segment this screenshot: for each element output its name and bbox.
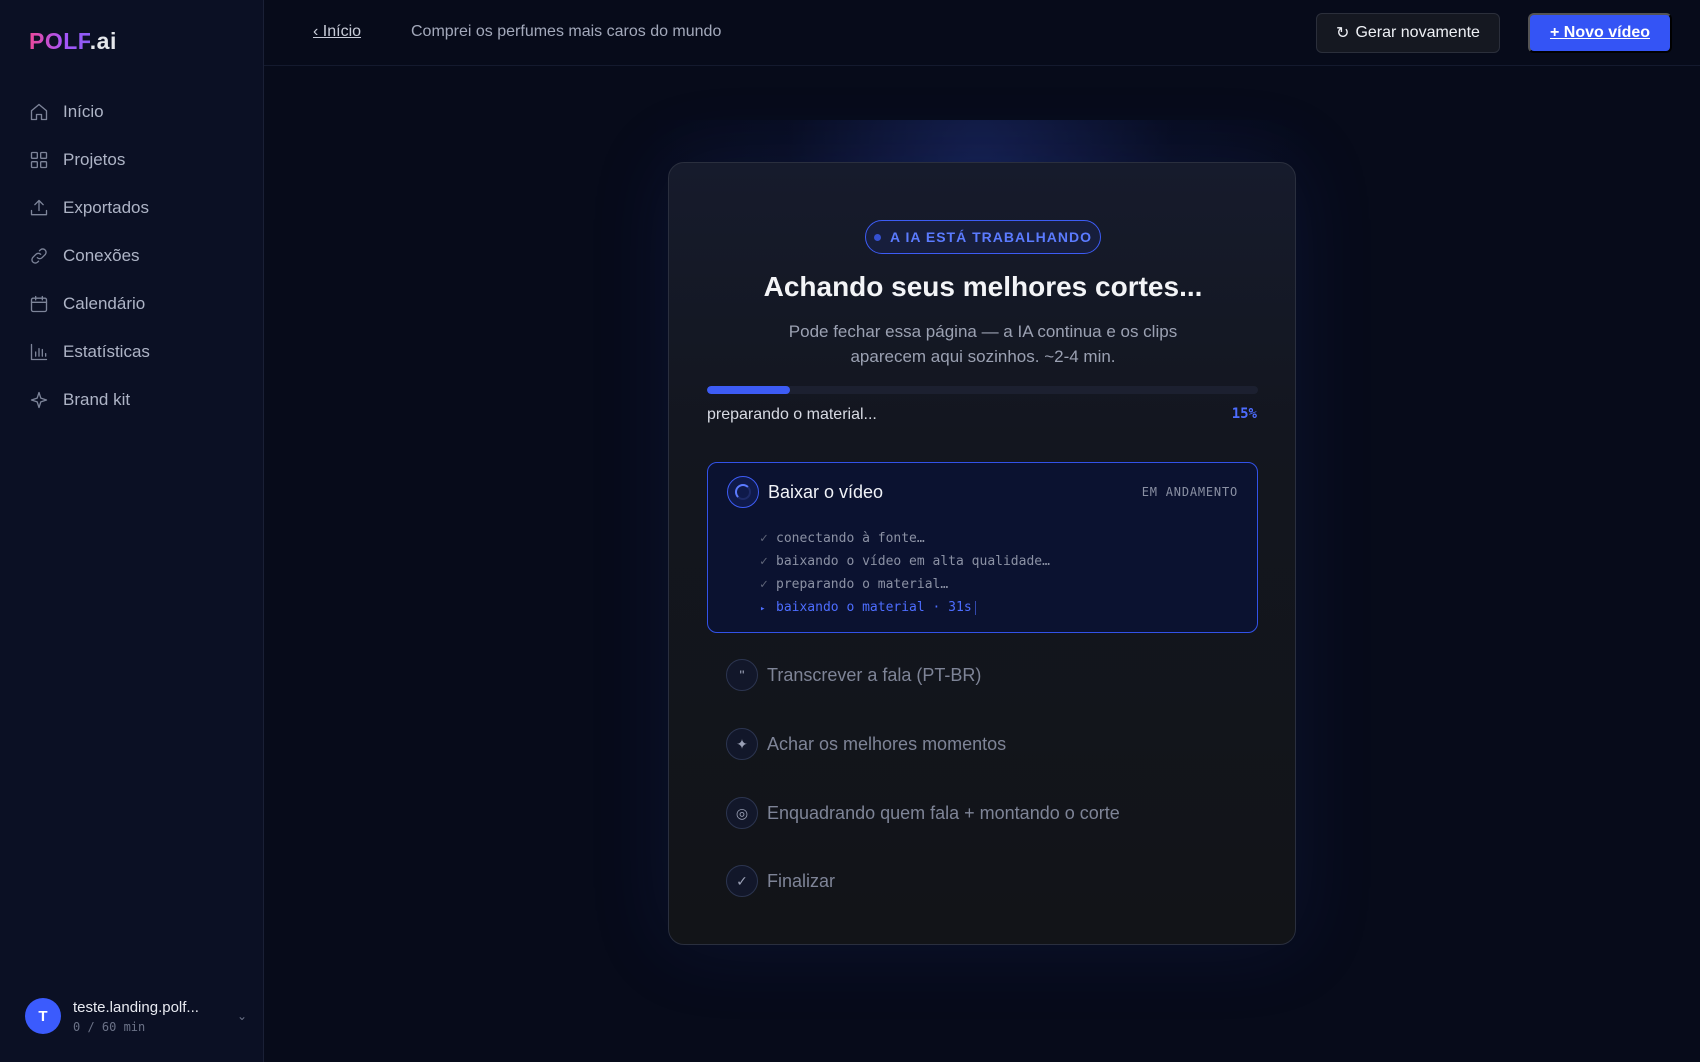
check-icon: ✓ — [726, 865, 758, 897]
sidebar: POLF.ai Início Projetos Exportados Conex… — [0, 0, 264, 1062]
sidebar-item-inicio[interactable]: Início — [0, 88, 264, 136]
calendar-icon — [29, 294, 49, 314]
text-cursor — [974, 600, 976, 615]
step-find-moments: ✦ Achar os melhores momentos — [707, 722, 1258, 766]
bar-chart-icon — [29, 342, 49, 362]
card-subtitle: Pode fechar essa página — a IA continua … — [788, 322, 1178, 366]
sidebar-item-label: Conexões — [63, 246, 140, 265]
sparkle-icon: ✦ — [726, 728, 758, 760]
substep-list: ✓ conectando à fonte… ✓ baixando o vídeo e… — [760, 527, 1050, 619]
sidebar-item-label: Estatísticas — [63, 342, 150, 361]
spinner-icon — [727, 476, 759, 508]
card-title: Achando seus melhores cortes... — [763, 271, 1203, 302]
progress-percent: 15% — [1231, 406, 1257, 422]
sidebar-item-exportados[interactable]: Exportados — [0, 184, 264, 232]
step-name: Enquadrando quem fala + montando o corte — [767, 803, 1120, 823]
step-name: Finalizar — [767, 871, 836, 891]
target-icon: ◎ — [726, 797, 758, 829]
step-finalize: ✓ Finalizar — [707, 859, 1258, 903]
page-title: Comprei os perfumes mais caros do mundo — [411, 23, 722, 40]
substep-current: ▸ baixando o material · 31s — [760, 596, 1050, 619]
sidebar-item-label: Calendário — [63, 294, 146, 313]
sidebar-item-calendario[interactable]: Calendário — [0, 280, 264, 328]
check-icon: ✓ — [760, 577, 768, 592]
user-menu[interactable]: T teste.landing.polf... 0 / 60 min ⌄ — [25, 996, 247, 1036]
user-info: teste.landing.polf... 0 / 60 min — [73, 999, 231, 1034]
sidebar-item-estatisticas[interactable]: Estatísticas — [0, 328, 264, 376]
substep: ✓ preparando o material… — [760, 573, 1050, 596]
step-name: Baixar o vídeo — [768, 482, 884, 502]
sidebar-item-label: Exportados — [63, 198, 149, 217]
step-status: EM ANDAMENTO — [1141, 485, 1238, 499]
regenerate-button[interactable]: ↻ Gerar novamente — [1316, 13, 1500, 53]
step-download: Baixar o vídeo EM ANDAMENTO ✓ conectando … — [707, 462, 1258, 633]
upload-icon — [29, 198, 49, 218]
sparkle-icon — [29, 390, 49, 410]
regenerate-label: Gerar novamente — [1355, 24, 1480, 41]
sidebar-item-brand-kit[interactable]: Brand kit — [0, 376, 264, 424]
sidebar-item-label: Início — [63, 102, 104, 121]
sidebar-item-conexoes[interactable]: Conexões — [0, 232, 264, 280]
top-bar: ‹ Início Comprei os perfumes mais caros … — [264, 0, 1700, 66]
user-usage: 0 / 60 min — [73, 1019, 146, 1034]
play-arrow-icon: ▸ — [760, 604, 766, 614]
step-name: Achar os melhores momentos — [767, 734, 1007, 754]
user-name: teste.landing.polf... — [73, 998, 199, 1016]
substep: ✓ conectando à fonte… — [760, 527, 1050, 550]
avatar: T — [25, 998, 61, 1034]
sidebar-nav: Início Projetos Exportados Conexões Cale… — [0, 88, 264, 424]
chevron-down-icon[interactable]: ⌄ — [237, 1009, 247, 1023]
logo-tld: .ai — [89, 28, 117, 54]
grid-icon — [29, 150, 49, 170]
processing-card: A IA ESTÁ TRABALHANDO Achando seus melho… — [668, 162, 1296, 945]
step-name: Transcrever a fala (PT-BR) — [767, 665, 982, 685]
badge-label: A IA ESTÁ TRABALHANDO — [890, 229, 1092, 245]
progress-fill — [707, 386, 790, 394]
new-video-button[interactable]: + Novo vídeo — [1528, 13, 1672, 53]
refresh-icon: ↻ — [1336, 25, 1350, 42]
sidebar-item-label: Brand kit — [63, 390, 131, 409]
status-dot-icon — [874, 233, 882, 241]
quote-icon: " — [726, 659, 758, 691]
progress-bar — [707, 386, 1258, 394]
step-transcribe: " Transcrever a fala (PT-BR) — [707, 653, 1258, 697]
status-badge: A IA ESTÁ TRABALHANDO — [865, 220, 1101, 254]
check-icon: ✓ — [760, 554, 768, 569]
progress-label: preparando o material... — [707, 406, 877, 423]
back-link[interactable]: ‹ Início — [313, 23, 361, 41]
logo[interactable]: POLF.ai — [29, 28, 117, 55]
home-icon — [29, 102, 49, 122]
logo-brand: POLF — [29, 28, 90, 54]
step-framing: ◎ Enquadrando quem fala + montando o cor… — [707, 791, 1258, 835]
sidebar-item-label: Projetos — [63, 150, 126, 169]
sidebar-item-projetos[interactable]: Projetos — [0, 136, 264, 184]
link-icon — [29, 246, 49, 266]
check-icon: ✓ — [760, 531, 768, 546]
substep: ✓ baixando o vídeo em alta qualidade… — [760, 550, 1050, 573]
